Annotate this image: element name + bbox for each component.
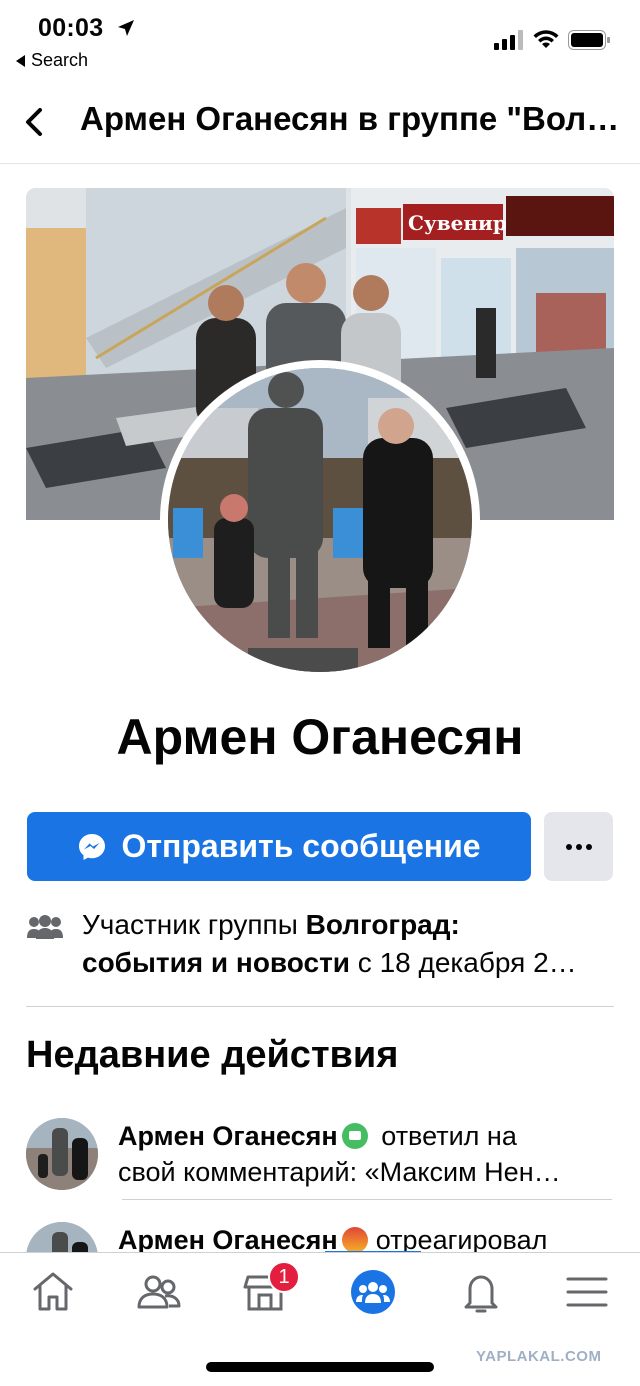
recent-activity-title: Недавние действия [26, 1034, 399, 1076]
more-options-button[interactable] [544, 812, 613, 881]
back-app-label: Search [31, 50, 89, 70]
send-message-label: Отправить сообщение [121, 828, 481, 864]
comment-badge-icon [341, 1123, 368, 1149]
messenger-icon [79, 833, 106, 860]
signal-icon [494, 30, 523, 50]
back-to-search[interactable]: Search [16, 50, 88, 71]
home-icon [33, 1272, 73, 1311]
home-indicator[interactable] [206, 1362, 434, 1372]
membership-prefix: Участник группы [82, 909, 306, 940]
activity-detail: свой комментарий: «Максим Нен… [118, 1157, 561, 1187]
tab-menu[interactable] [562, 1267, 612, 1317]
activity-item[interactable]: Армен Оганесян ответил на свой комментар… [26, 1118, 614, 1198]
avatar[interactable] [168, 368, 472, 672]
watermark: YAPLAKAL.COM [476, 1348, 602, 1365]
send-message-button[interactable]: Отправить сообщение [27, 812, 531, 881]
groups-icon [351, 1270, 395, 1314]
tab-friends[interactable] [134, 1267, 184, 1317]
more-dot [585, 843, 592, 850]
wifi-icon [533, 30, 559, 48]
friends-icon [137, 1275, 181, 1309]
group-link-part2[interactable]: события и новости [82, 947, 350, 978]
activity-action: отреагировал [375, 1225, 548, 1252]
tab-notifications[interactable] [456, 1267, 506, 1317]
chevron-left-icon[interactable] [20, 102, 48, 142]
group-members-icon [27, 915, 63, 939]
notifications-icon [464, 1275, 498, 1313]
more-dot [575, 843, 582, 850]
more-dots-icon [565, 843, 572, 850]
tab-groups[interactable] [348, 1267, 398, 1317]
nav-header: Армен Оганесян в группе "Волгоград: собы… [0, 80, 640, 164]
divider [26, 1006, 614, 1007]
angry-reaction-icon [341, 1227, 368, 1252]
location-arrow-icon [118, 20, 134, 36]
battery-icon [568, 30, 610, 50]
group-membership-info: Участник группы Волгоград: события и нов… [26, 906, 614, 986]
activity-action: ответил на [381, 1121, 517, 1151]
activity-item[interactable]: Армен Оганесян отреагировал [26, 1222, 614, 1252]
activity-author[interactable]: Армен Оганесян [118, 1121, 338, 1151]
status-time: 00:03 [38, 14, 104, 42]
activity-avatar [26, 1118, 98, 1190]
activity-avatar [26, 1222, 98, 1252]
profile-name: Армен Оганесян [116, 709, 524, 765]
divider [122, 1199, 612, 1200]
back-triangle-icon [16, 54, 25, 67]
marketplace-badge: 1 [268, 1261, 300, 1293]
tab-home[interactable] [28, 1267, 78, 1317]
menu-icon [566, 1277, 608, 1307]
page-title: Армен Оганесян в группе "Волгоград: собы… [80, 100, 620, 137]
group-link-part1[interactable]: Волгоград: [306, 909, 460, 940]
status-bar: 00:03 Search [0, 0, 640, 80]
membership-since: с 18 декабря 2… [350, 947, 577, 978]
tab-bar: 1 [0, 1252, 640, 1332]
activity-author[interactable]: Армен Оганесян [118, 1225, 338, 1252]
